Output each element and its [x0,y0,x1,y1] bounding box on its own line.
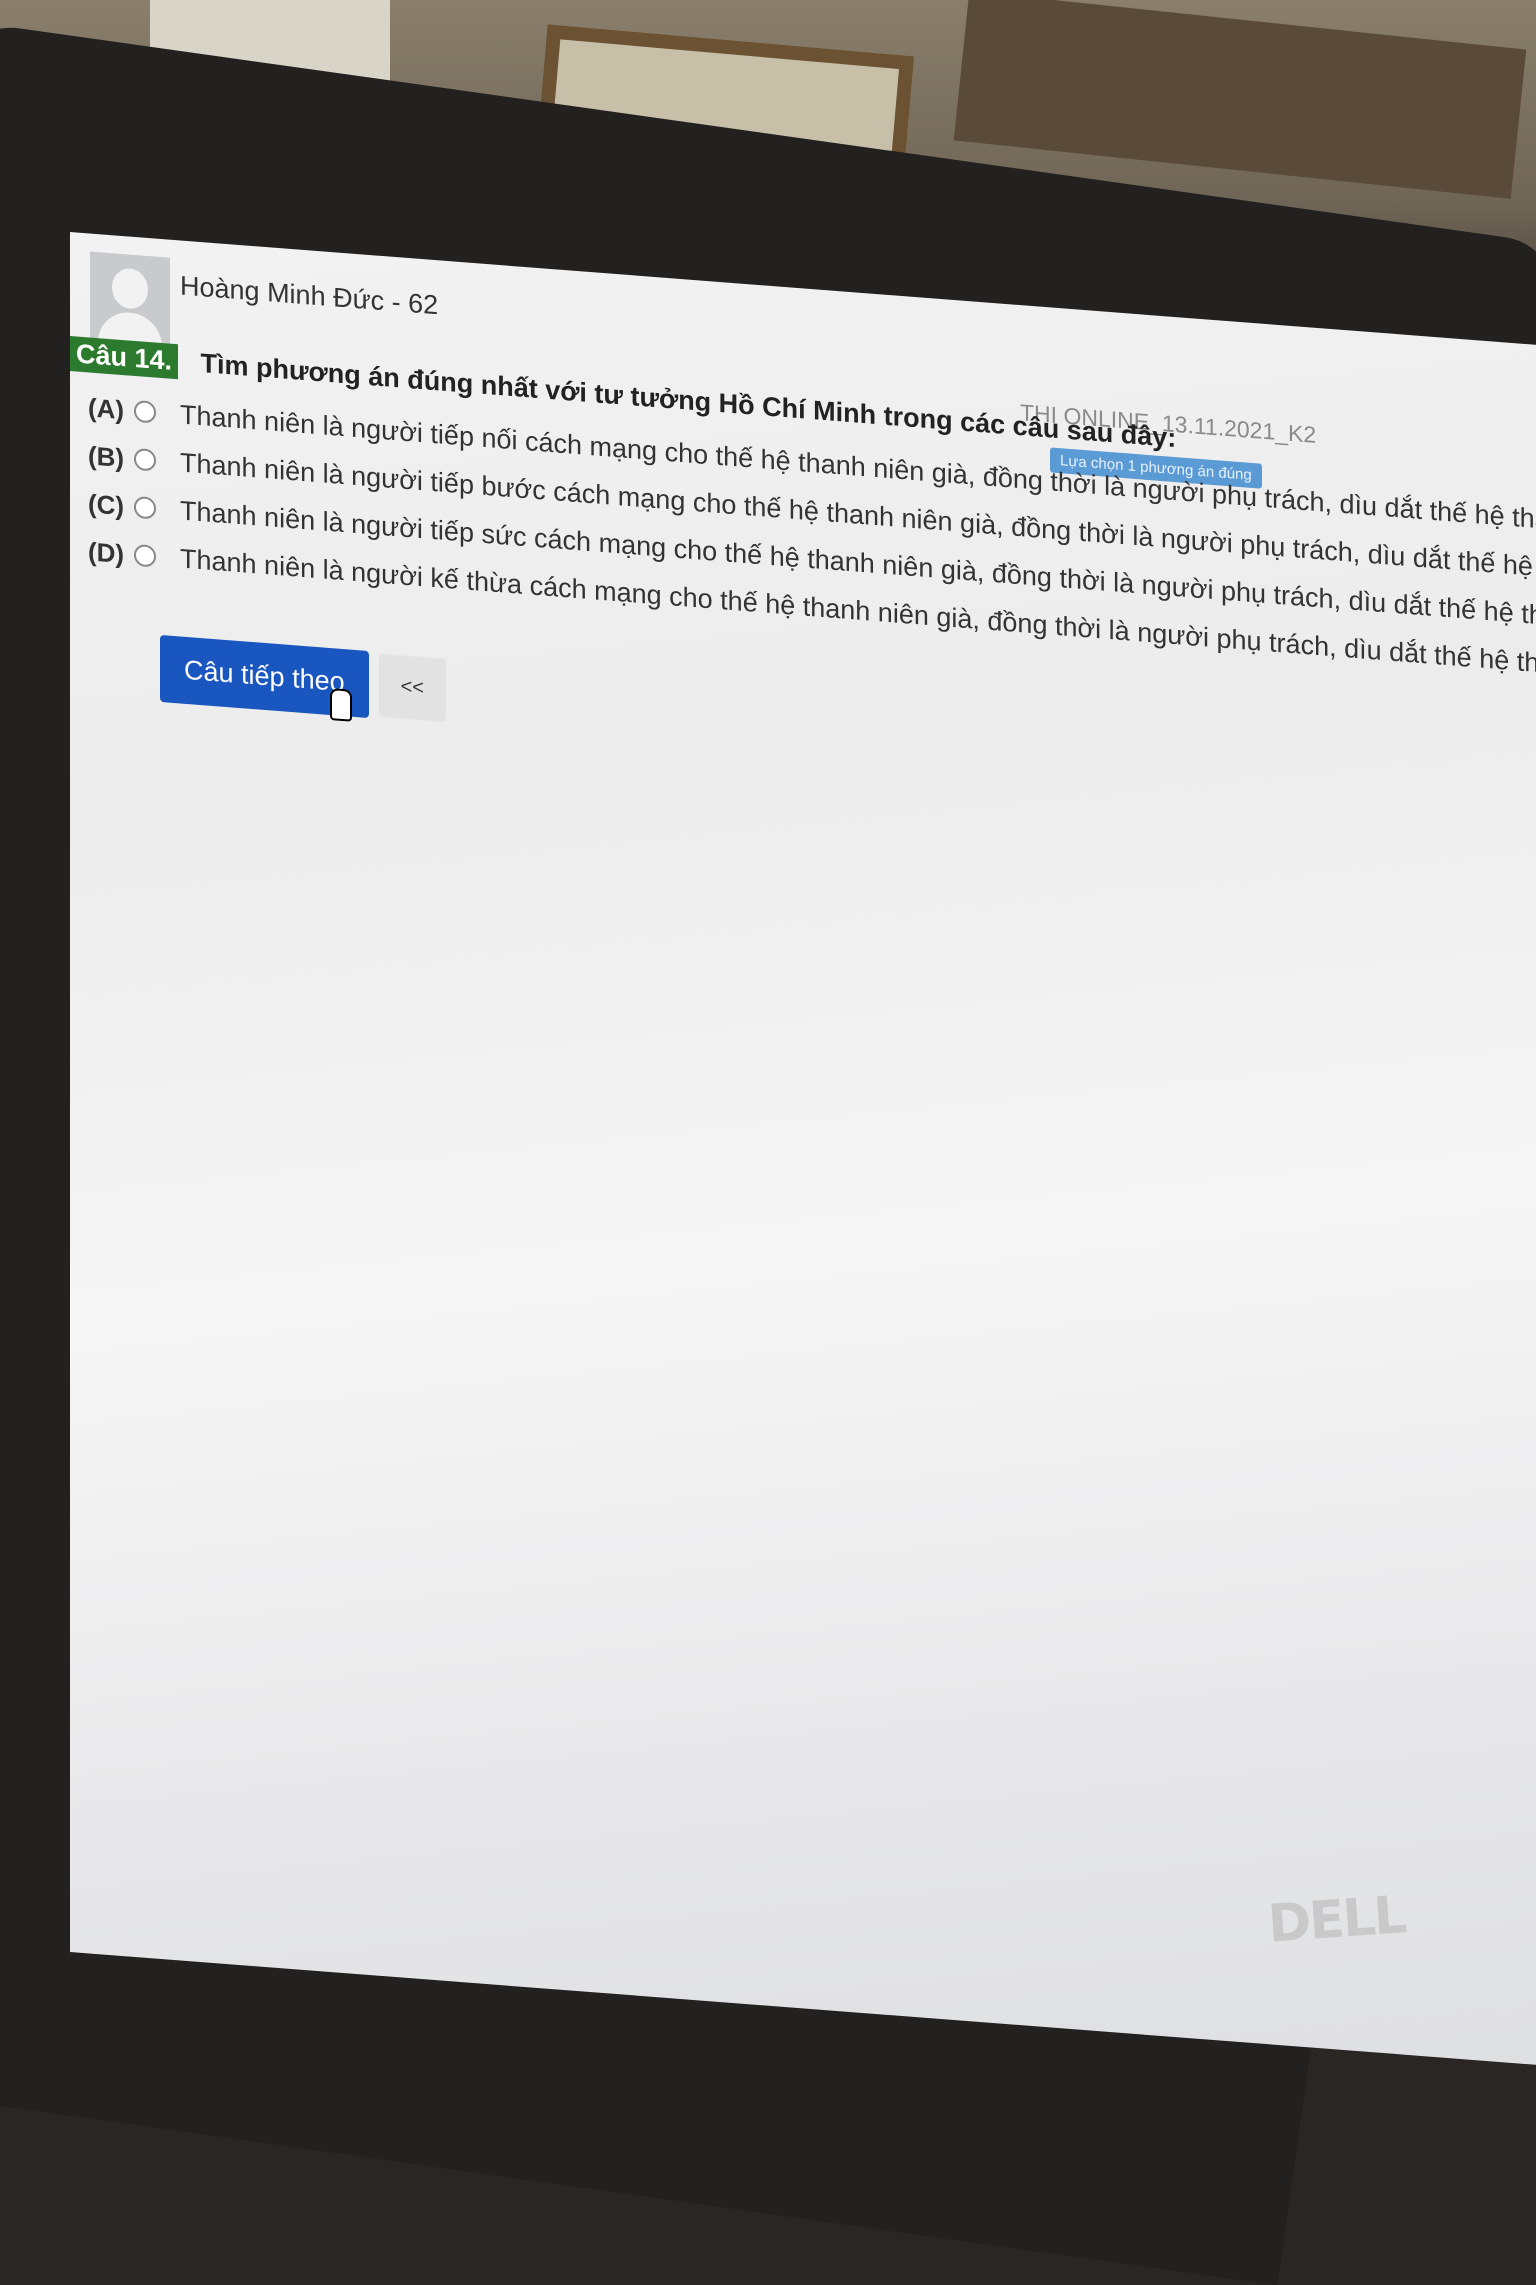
radio-button[interactable] [134,495,156,520]
question-number: Câu 14. [70,336,179,380]
previous-button[interactable]: << [378,653,446,722]
navigation-buttons: Câu tiếp theo << [160,634,446,724]
radio-button[interactable] [134,543,156,568]
option-letter: (D) [88,535,125,569]
option-letter: (A) [88,391,125,425]
hand-cursor-icon [330,688,352,722]
avatar-head-icon [112,267,148,311]
option-letter: (C) [88,487,125,521]
laptop-screen: Hoàng Minh Đức - 62 THI ONLINE_13.11.202… [70,232,1536,2071]
radio-button[interactable] [134,399,156,424]
next-button-label: Câu tiếp theo [184,654,345,698]
dell-logo: DELL [1266,1885,1407,1955]
option-letter: (B) [88,439,125,473]
next-question-button[interactable]: Câu tiếp theo [160,634,369,722]
radio-button[interactable] [134,447,156,472]
wall-shelf [953,0,1527,199]
user-name: Hoàng Minh Đức - 62 [180,270,439,321]
